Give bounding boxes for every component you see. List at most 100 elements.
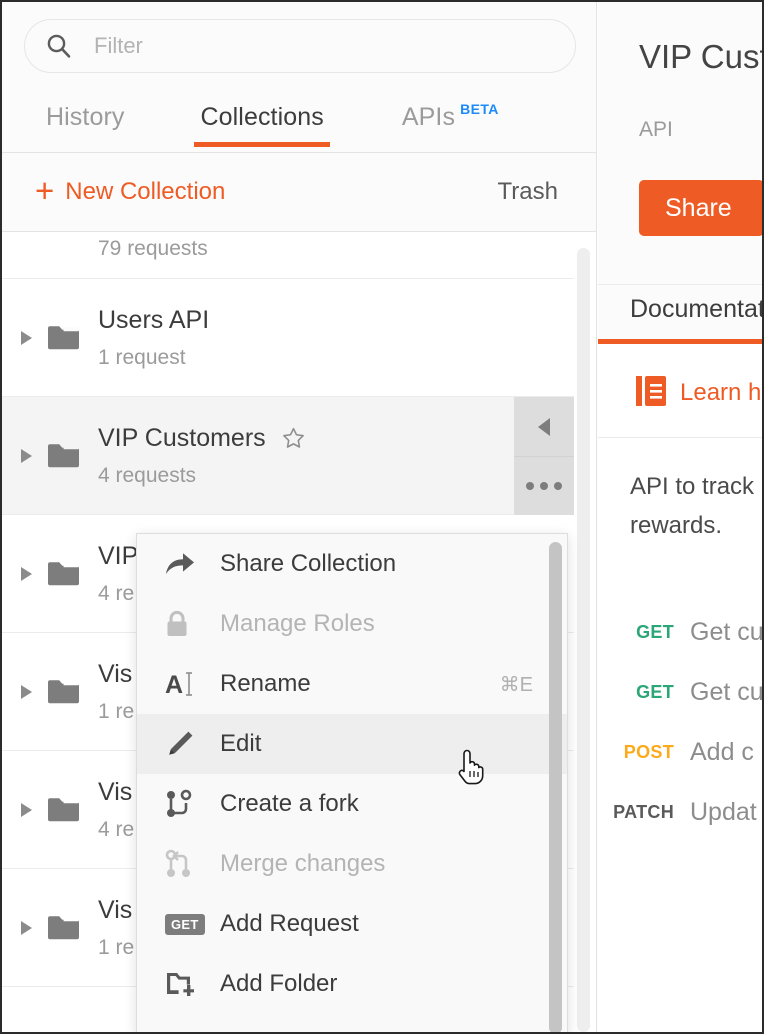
tab-collections[interactable]: Collections — [194, 90, 330, 153]
merge-icon — [165, 849, 203, 879]
collapse-button[interactable] — [514, 397, 574, 456]
ellipsis-icon — [526, 482, 562, 490]
request-name: Get cu — [690, 617, 764, 646]
share-button-label: Share — [665, 193, 732, 222]
menu-item-shortcut: ⌘E — [499, 673, 533, 696]
menu-item-merge-changes[interactable]: Merge changes — [137, 834, 567, 894]
context-menu-scrollbar[interactable] — [549, 542, 562, 1032]
menu-item-label: Share Collection — [220, 550, 397, 577]
menu-item-add-request[interactable]: GET Add Request — [137, 894, 567, 954]
collections-toolbar: + New Collection Trash — [2, 153, 596, 232]
search-box[interactable] — [24, 19, 576, 73]
detail-description-line-2: rewards. — [630, 511, 723, 539]
folder-icon — [32, 443, 79, 468]
list-item-text: VIP 4 re — [98, 542, 138, 606]
list-item-actions — [514, 397, 574, 515]
detail-description-line-1: API to track — [630, 473, 755, 500]
search-icon — [46, 33, 72, 59]
list-item-text: VIP Customers 4 requests — [98, 424, 306, 488]
request-name: Add c — [690, 737, 754, 766]
plus-icon: + — [35, 172, 55, 209]
folder-icon — [32, 561, 79, 586]
list-item-title-row: VIP Customers — [98, 424, 306, 453]
detail-tabs: Documentat — [598, 285, 762, 344]
tab-documentation[interactable]: Documentat — [630, 295, 762, 324]
chevron-right-icon[interactable] — [21, 330, 32, 345]
folder-icon — [32, 325, 79, 350]
chevron-right-icon[interactable] — [21, 448, 32, 463]
active-tab-indicator — [194, 142, 330, 147]
trash-button[interactable]: Trash — [498, 178, 558, 206]
request-row[interactable]: GET Get cu — [598, 602, 764, 662]
request-name: Updat — [690, 797, 757, 826]
learn-banner[interactable]: Learn h — [598, 349, 762, 438]
detail-header: VIP Cust API Share — [598, 2, 764, 285]
list-item-text: Users API 1 request — [98, 306, 209, 370]
chevron-right-icon[interactable] — [21, 684, 32, 699]
tab-history[interactable]: History — [46, 90, 124, 153]
tab-history-label: History — [46, 103, 125, 131]
request-list: GET Get cu GET Get cu POST Add c PATCH U… — [598, 602, 764, 842]
list-item-subtitle: 1 re — [98, 935, 135, 959]
list-item-title: Users API — [98, 305, 210, 334]
fork-icon — [165, 789, 203, 819]
folder-icon — [32, 679, 79, 704]
tab-apis-label: APIs — [401, 103, 456, 131]
learn-banner-label: Learn h — [680, 379, 762, 406]
request-method: PATCH — [613, 801, 674, 822]
chevron-right-icon[interactable] — [21, 920, 32, 935]
request-row[interactable]: POST Add c — [598, 722, 762, 782]
sidebar-tabs: History Collections APIs BETA — [2, 90, 596, 153]
menu-item-create-a-fork[interactable]: Create a fork — [137, 774, 567, 834]
request-row[interactable]: PATCH Updat — [598, 782, 762, 842]
lock-icon — [165, 610, 203, 638]
more-options-button[interactable] — [514, 456, 574, 515]
request-method: POST — [623, 741, 674, 762]
new-collection-button[interactable]: + New Collection — [35, 172, 225, 209]
menu-item-label: Create a fork — [220, 790, 359, 817]
share-button[interactable]: Share — [639, 180, 762, 236]
menu-item-label: Merge changes — [220, 850, 386, 877]
filter-bar — [2, 2, 596, 90]
list-item-text: Vis 1 re — [98, 660, 134, 724]
tab-collections-label: Collections — [200, 103, 324, 131]
app-window: History Collections APIs BETA + New Coll… — [0, 0, 764, 1034]
list-item-partial[interactable]: 79 requests — [2, 232, 574, 279]
get-badge-icon: GET — [165, 913, 205, 935]
list-item-subtitle: 79 requests — [98, 237, 208, 260]
list-item-title: VIP Customers — [98, 423, 266, 452]
menu-item-share-collection[interactable]: Share Collection — [137, 534, 567, 594]
request-method: GET — [636, 621, 674, 642]
list-item-title: Vis — [98, 895, 133, 924]
search-input[interactable] — [94, 33, 514, 59]
star-icon[interactable] — [266, 426, 306, 451]
pencil-icon — [165, 729, 203, 759]
trash-label: Trash — [497, 178, 558, 205]
chevron-left-icon — [538, 417, 550, 436]
menu-item-add-folder[interactable]: Add Folder — [137, 954, 567, 1014]
list-item-subtitle: 1 re — [98, 699, 135, 723]
menu-item-label: Rename — [220, 670, 311, 697]
list-item-selected[interactable]: VIP Customers 4 requests — [2, 397, 574, 515]
menu-item-manage-roles[interactable]: Manage Roles — [137, 594, 567, 654]
detail-panel: VIP Cust API Share Documentat Learn h AP… — [598, 2, 764, 1032]
page-title: VIP Cust — [639, 38, 764, 75]
svg-text:A: A — [165, 671, 183, 698]
tab-apis[interactable]: APIs BETA — [402, 90, 499, 153]
list-item-title: Vis — [98, 777, 133, 806]
sidebar-scrollbar[interactable] — [577, 248, 590, 1032]
menu-item-edit[interactable]: Edit — [137, 714, 567, 774]
request-row[interactable]: GET Get cu — [598, 662, 762, 722]
list-item-text: Vis 4 re — [98, 778, 134, 842]
chevron-right-icon[interactable] — [21, 802, 32, 817]
menu-item-label: Add Folder — [220, 970, 338, 997]
chevron-right-icon[interactable] — [21, 566, 32, 581]
list-item-subtitle: 4 re — [98, 581, 135, 605]
detail-subtitle: API — [639, 118, 673, 141]
menu-item-label: Manage Roles — [220, 610, 375, 637]
list-item-title: VIP — [98, 541, 139, 570]
request-method: GET — [636, 681, 674, 702]
context-menu: Share Collection Manage Roles A Rename ⌘… — [136, 533, 568, 1032]
menu-item-rename[interactable]: A Rename ⌘E — [137, 654, 567, 714]
list-item[interactable]: Users API 1 request — [2, 279, 574, 397]
